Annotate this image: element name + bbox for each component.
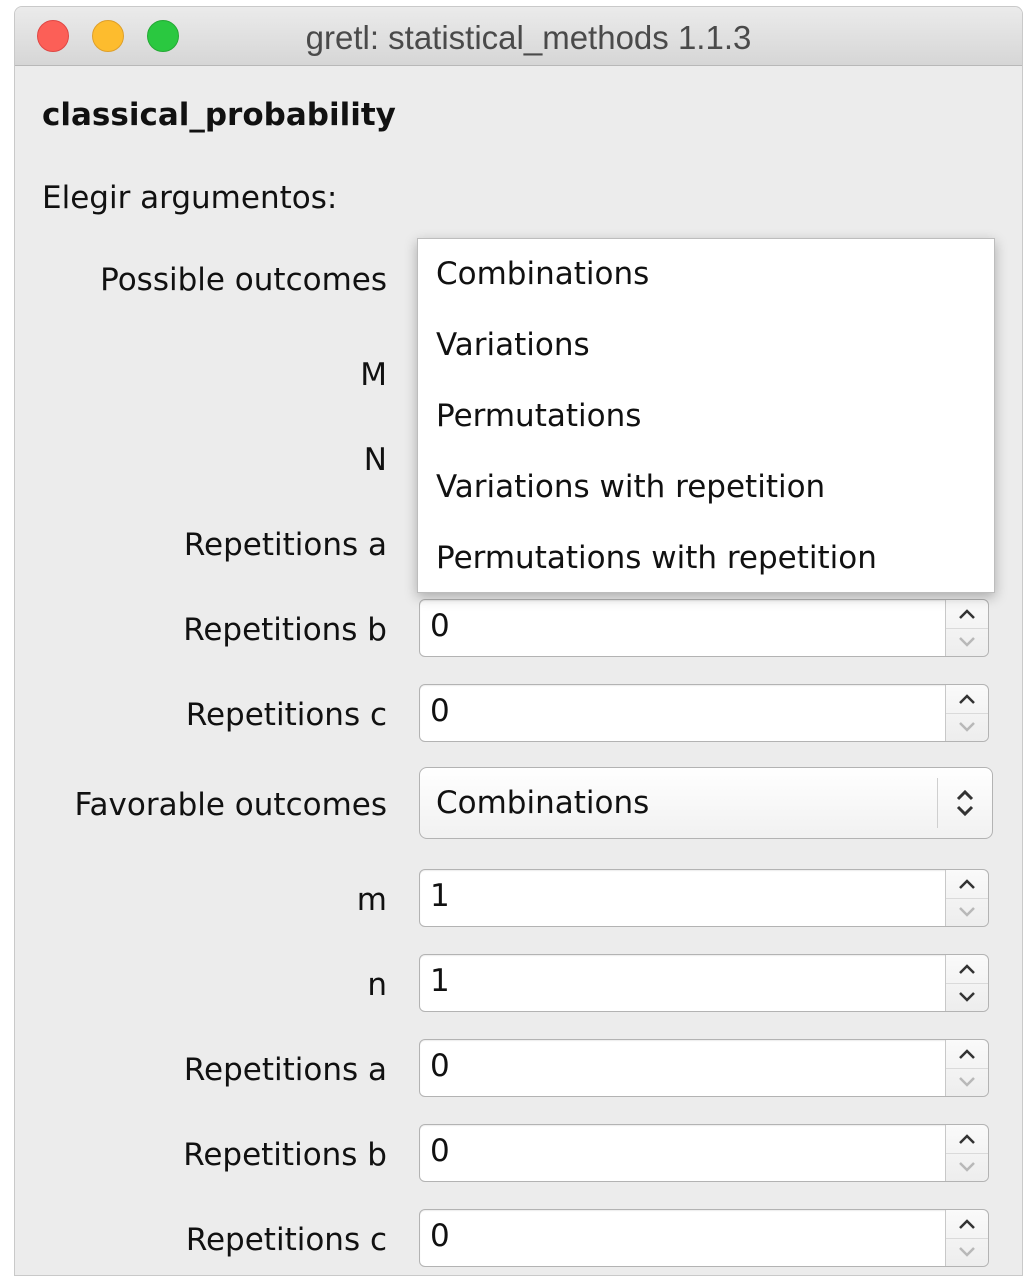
up-down-chevron-icon[interactable] xyxy=(950,786,980,820)
chevron-down-icon[interactable] xyxy=(946,1238,988,1266)
chevron-down-icon[interactable] xyxy=(946,713,988,741)
menu-item-variations-with-repetition[interactable]: Variations with repetition xyxy=(418,452,994,522)
favorable-repetitions-c-stepper[interactable]: 0 xyxy=(419,1209,989,1267)
chevron-down-icon[interactable] xyxy=(946,628,988,656)
spin-buttons xyxy=(945,870,988,926)
possible-outcomes-dropdown-menu: Combinations Variations Permutations Var… xyxy=(417,238,995,593)
dialog-subheading: Elegir argumentos: xyxy=(42,180,338,216)
spin-buttons xyxy=(945,685,988,741)
possible-repetitions-c-stepper[interactable]: 0 xyxy=(419,684,989,742)
dialog-window: gretl: statistical_methods 1.1.3 classic… xyxy=(14,6,1023,1276)
favorable-repetitions-b-value[interactable]: 0 xyxy=(430,1133,450,1169)
title-bar[interactable]: gretl: statistical_methods 1.1.3 xyxy=(15,7,1022,66)
spin-buttons xyxy=(945,1210,988,1266)
chevron-up-icon[interactable] xyxy=(946,1125,988,1154)
favorable-m-label: m xyxy=(356,882,387,918)
chevron-up-icon[interactable] xyxy=(946,685,988,714)
chevron-down-icon[interactable] xyxy=(946,1068,988,1096)
spin-buttons xyxy=(945,1125,988,1181)
chevron-down-icon[interactable] xyxy=(946,983,988,1011)
possible-N-label: N xyxy=(363,442,387,478)
chevron-up-icon[interactable] xyxy=(946,955,988,984)
chevron-up-icon[interactable] xyxy=(946,1040,988,1069)
select-divider xyxy=(937,778,938,828)
favorable-n-label: n xyxy=(367,967,387,1003)
favorable-repetitions-a-stepper[interactable]: 0 xyxy=(419,1039,989,1097)
possible-repetitions-b-value[interactable]: 0 xyxy=(430,608,450,644)
spin-buttons xyxy=(945,955,988,1011)
window-title: gretl: statistical_methods 1.1.3 xyxy=(305,19,752,56)
possible-repetitions-c-label: Repetitions c xyxy=(185,697,387,733)
chevron-up-icon[interactable] xyxy=(946,870,988,899)
chevron-up-icon[interactable] xyxy=(946,600,988,629)
favorable-m-value[interactable]: 1 xyxy=(430,878,450,914)
menu-item-variations[interactable]: Variations xyxy=(418,310,994,380)
dialog-heading: classical_probability xyxy=(42,97,396,133)
possible-M-label: M xyxy=(360,357,387,393)
favorable-repetitions-c-value[interactable]: 0 xyxy=(430,1218,450,1254)
chevron-down-icon[interactable] xyxy=(946,898,988,926)
menu-item-combinations[interactable]: Combinations xyxy=(418,239,994,309)
possible-repetitions-a-label: Repetitions a xyxy=(183,527,387,563)
spin-buttons xyxy=(945,1040,988,1096)
favorable-outcomes-selected[interactable]: Combinations xyxy=(436,785,649,821)
favorable-repetitions-a-label: Repetitions a xyxy=(183,1052,387,1088)
possible-repetitions-b-label: Repetitions b xyxy=(183,612,387,648)
favorable-repetitions-c-label: Repetitions c xyxy=(185,1222,387,1258)
spin-buttons xyxy=(945,600,988,656)
favorable-n-value[interactable]: 1 xyxy=(430,963,450,999)
favorable-repetitions-a-value[interactable]: 0 xyxy=(430,1048,450,1084)
favorable-outcomes-label: Favorable outcomes xyxy=(74,787,387,823)
possible-repetitions-c-value[interactable]: 0 xyxy=(430,693,450,729)
favorable-repetitions-b-stepper[interactable]: 0 xyxy=(419,1124,989,1182)
favorable-m-stepper[interactable]: 1 xyxy=(419,869,989,927)
menu-item-permutations-with-repetition[interactable]: Permutations with repetition xyxy=(418,523,994,593)
possible-repetitions-b-stepper[interactable]: 0 xyxy=(419,599,989,657)
chevron-up-icon[interactable] xyxy=(946,1210,988,1239)
favorable-repetitions-b-label: Repetitions b xyxy=(183,1137,387,1173)
favorable-outcomes-select[interactable]: Combinations xyxy=(419,767,993,839)
favorable-n-stepper[interactable]: 1 xyxy=(419,954,989,1012)
possible-outcomes-label: Possible outcomes xyxy=(100,262,387,298)
chevron-down-icon[interactable] xyxy=(946,1153,988,1181)
menu-item-permutations[interactable]: Permutations xyxy=(418,381,994,451)
